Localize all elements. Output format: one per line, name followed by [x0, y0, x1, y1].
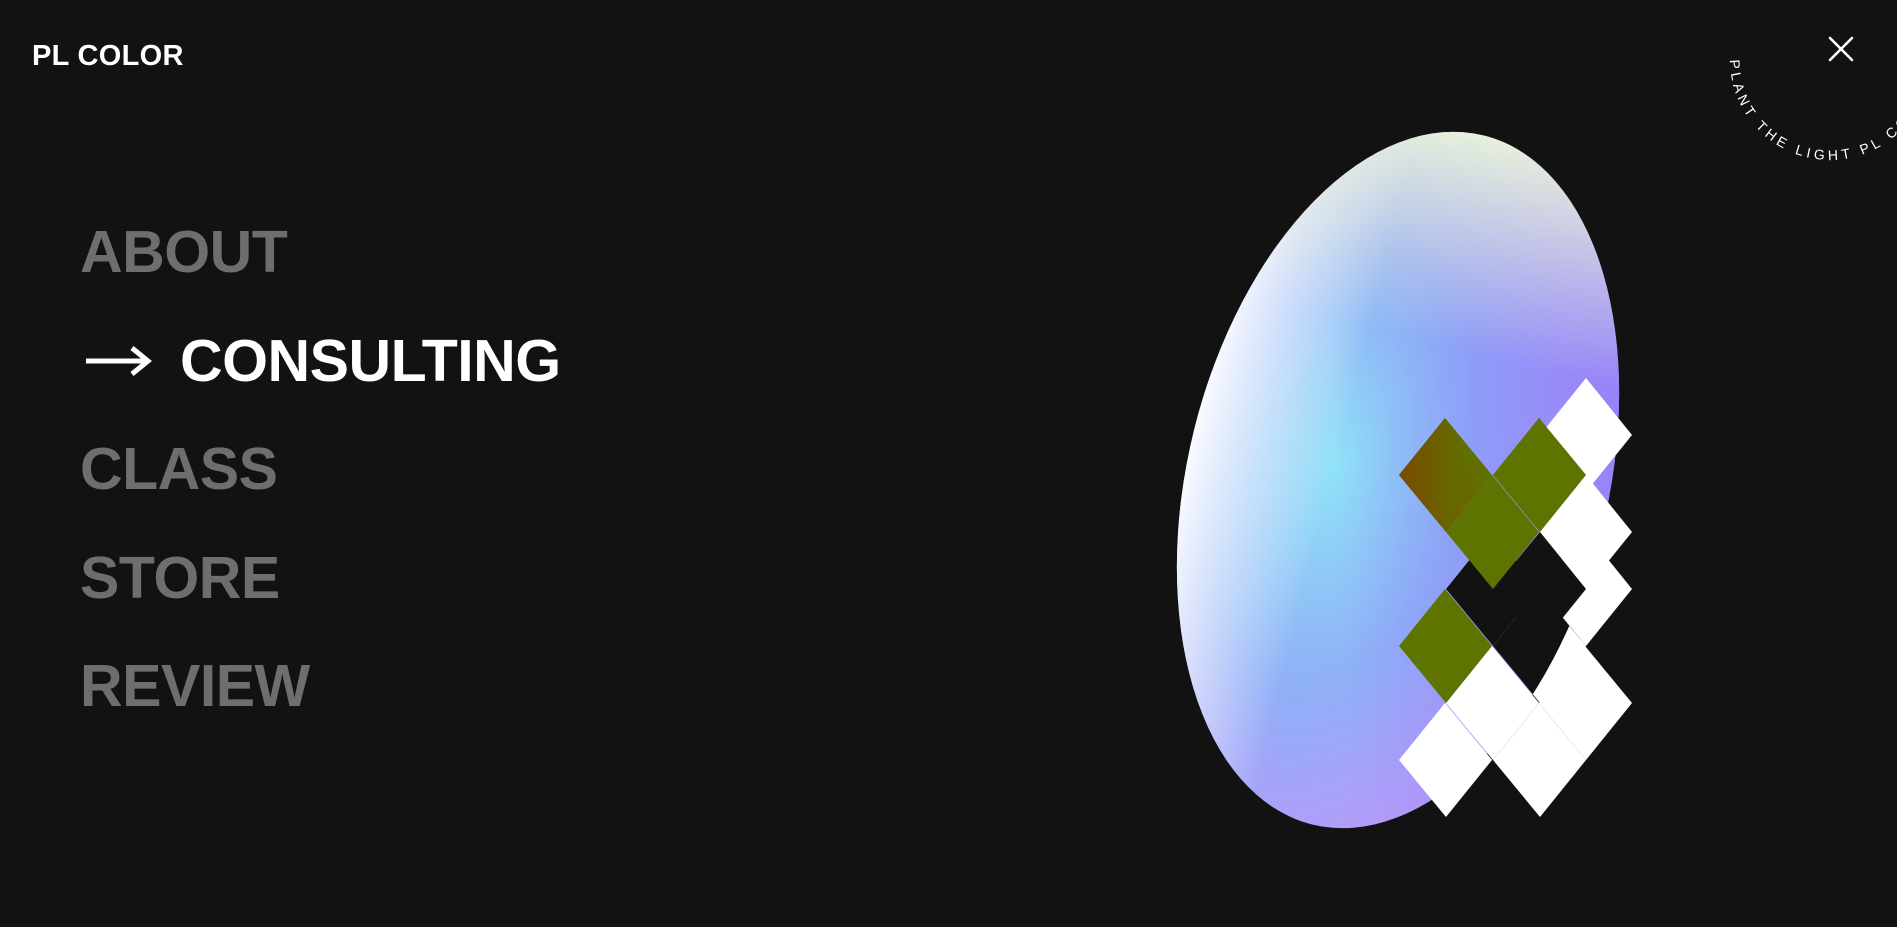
svg-text:PLANT THE LIGHT PL COLOR: PLANT THE LIGHT PL COLOR	[1727, 59, 1897, 163]
menu-item-class[interactable]: CLASS	[80, 415, 561, 524]
arrow-right-icon	[86, 345, 152, 376]
menu-item-store[interactable]: STORE	[80, 524, 561, 633]
menu-item-review[interactable]: REVIEW	[80, 632, 561, 741]
menu-item-label: REVIEW	[80, 653, 310, 720]
menu-item-consulting[interactable]: CONSULTING	[80, 307, 561, 416]
menu-item-label: ABOUT	[80, 219, 288, 286]
menu-item-label: CONSULTING	[180, 327, 561, 394]
circular-text-badge: PLANT THE LIGHT PL COLOR	[1727, 59, 1897, 163]
hero-illustration	[1176, 131, 1632, 829]
brand-logo[interactable]: PL COLOR	[32, 40, 184, 73]
menu-overlay: PL COLOR ABOUT CONSULTING CLASS STORE RE…	[0, 0, 1897, 927]
badge-circular-text: PLANT THE LIGHT PL COLOR	[1727, 59, 1897, 163]
menu-item-label: CLASS	[80, 436, 278, 503]
main-menu: ABOUT CONSULTING CLASS STORE REVIEW	[80, 198, 561, 741]
menu-item-about[interactable]: ABOUT	[80, 198, 561, 307]
menu-item-label: STORE	[80, 544, 280, 611]
